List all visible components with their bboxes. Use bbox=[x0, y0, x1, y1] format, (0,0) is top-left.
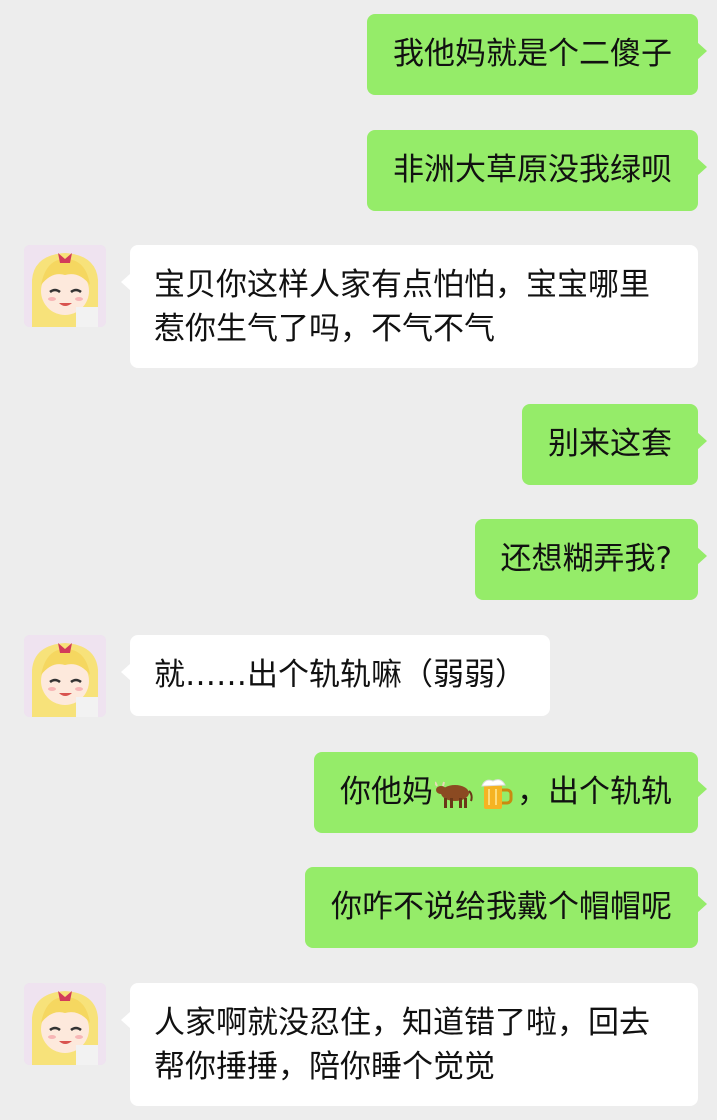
outgoing-message[interactable]: 你他妈 ，出个轨轨 bbox=[314, 752, 707, 833]
incoming-message[interactable]: 宝贝你这样人家有点怕怕，宝宝哪里惹你生气了吗，不气不气 bbox=[121, 245, 698, 368]
contact-avatar[interactable] bbox=[24, 983, 106, 1065]
cow-icon bbox=[434, 777, 473, 811]
incoming-message[interactable]: 就……出个轨轨嘛（弱弱） bbox=[121, 635, 550, 716]
beer-mug-icon bbox=[477, 777, 515, 811]
contact-avatar[interactable] bbox=[24, 245, 106, 327]
message-text: 你他妈 bbox=[340, 774, 433, 810]
anime-girl-avatar-icon bbox=[24, 245, 106, 327]
contact-avatar[interactable] bbox=[24, 635, 106, 717]
outgoing-message[interactable]: 我他妈就是个二傻子 bbox=[367, 14, 707, 95]
chat-thread: 我他妈就是个二傻子 非洲大草原没我绿呗 宝贝你这样人家有点怕怕，宝宝哪里惹你生气… bbox=[0, 0, 717, 1120]
outgoing-message[interactable]: 你咋不说给我戴个帽帽呢 bbox=[305, 867, 707, 948]
outgoing-message[interactable]: 非洲大草原没我绿呗 bbox=[367, 130, 707, 211]
incoming-message[interactable]: 人家啊就没忍住，知道错了啦，回去帮你捶捶，陪你睡个觉觉 bbox=[121, 983, 698, 1106]
outgoing-message[interactable]: 别来这套 bbox=[522, 404, 707, 485]
anime-girl-avatar-icon bbox=[24, 983, 106, 1065]
message-text: ，出个轨轨 bbox=[517, 774, 672, 810]
anime-girl-avatar-icon bbox=[24, 635, 106, 717]
outgoing-message[interactable]: 还想糊弄我? bbox=[474, 519, 708, 600]
